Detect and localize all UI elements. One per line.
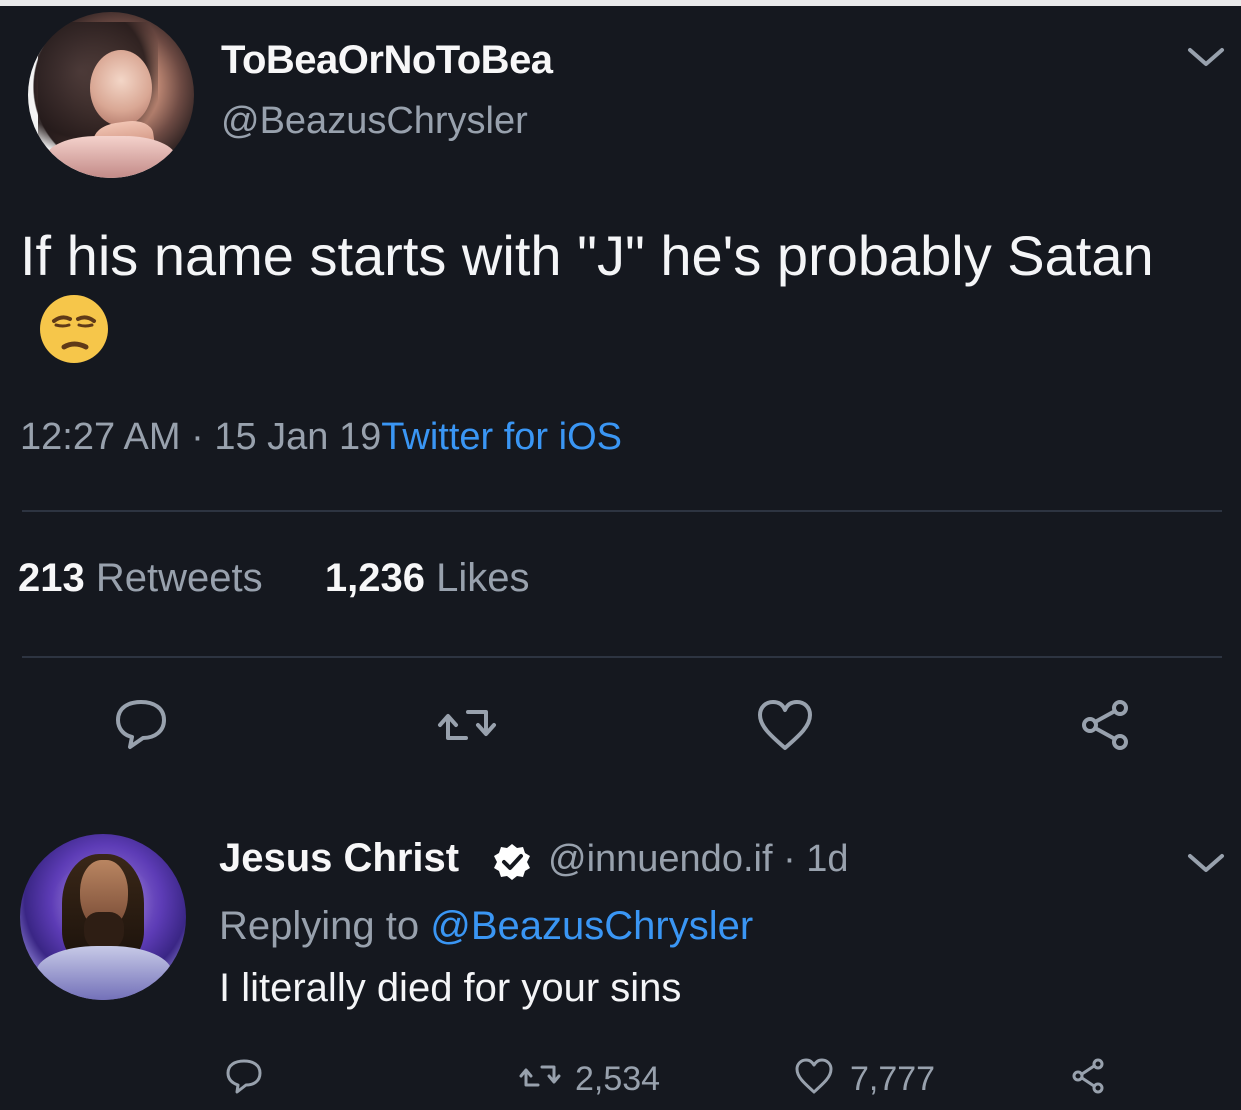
speech-bubble-icon[interactable]: [106, 690, 176, 760]
time-separator: ·: [191, 416, 204, 458]
user-handle[interactable]: @BeazusChrysler: [221, 100, 528, 143]
reply-text: I literally died for your sins: [219, 966, 682, 1010]
reply-likes-count[interactable]: 7,777: [850, 1060, 935, 1099]
retweet-icon[interactable]: [432, 690, 502, 760]
user-avatar[interactable]: [28, 12, 194, 178]
retweets-count[interactable]: 213: [18, 556, 85, 600]
unamused-face-icon: [40, 294, 108, 363]
likes-count[interactable]: 1,236: [325, 556, 425, 600]
heart-icon[interactable]: [790, 1052, 838, 1100]
replying-to: Replying to @BeazusChrysler: [219, 904, 753, 949]
chevron-down-icon[interactable]: [1186, 852, 1226, 876]
replying-prefix: Replying to: [219, 904, 431, 948]
retweet-icon[interactable]: [516, 1052, 564, 1100]
heart-icon[interactable]: [750, 690, 820, 760]
reply-retweets-count[interactable]: 2,534: [575, 1060, 660, 1099]
timestamp-line: 12:27 AM · 15 Jan 19Twitter for iOS: [20, 416, 622, 459]
chevron-down-icon[interactable]: [1186, 46, 1226, 70]
date: 15 Jan 19: [214, 416, 382, 458]
share-icon[interactable]: [1070, 690, 1140, 760]
display-name[interactable]: ToBeaOrNoToBea: [221, 38, 553, 83]
likes-label[interactable]: Likes: [436, 556, 529, 600]
time: 12:27 AM: [20, 416, 181, 458]
speech-bubble-icon[interactable]: [220, 1052, 268, 1100]
retweets-label[interactable]: Retweets: [96, 556, 263, 600]
reply-handle-time[interactable]: @innuendo.if · 1d: [548, 838, 849, 881]
verified-badge-icon: [494, 844, 530, 880]
reply-display-name[interactable]: Jesus Christ: [219, 836, 459, 881]
tweet-text: If his name starts with "J" he's probabl…: [20, 222, 1230, 371]
source-link[interactable]: Twitter for iOS: [381, 416, 622, 458]
tweet-text-content: If his name starts with "J" he's probabl…: [20, 224, 1154, 287]
divider-1: [22, 510, 1222, 512]
divider-2: [22, 656, 1222, 658]
replying-mention-link[interactable]: @BeazusChrysler: [430, 904, 753, 948]
share-icon[interactable]: [1064, 1052, 1112, 1100]
tweet-stats: 213 Retweets 1,236 Likes: [18, 556, 530, 601]
main-tweet: ToBeaOrNoToBea @BeazusChrysler If his na…: [0, 0, 1241, 800]
reply-avatar[interactable]: [20, 834, 186, 1000]
